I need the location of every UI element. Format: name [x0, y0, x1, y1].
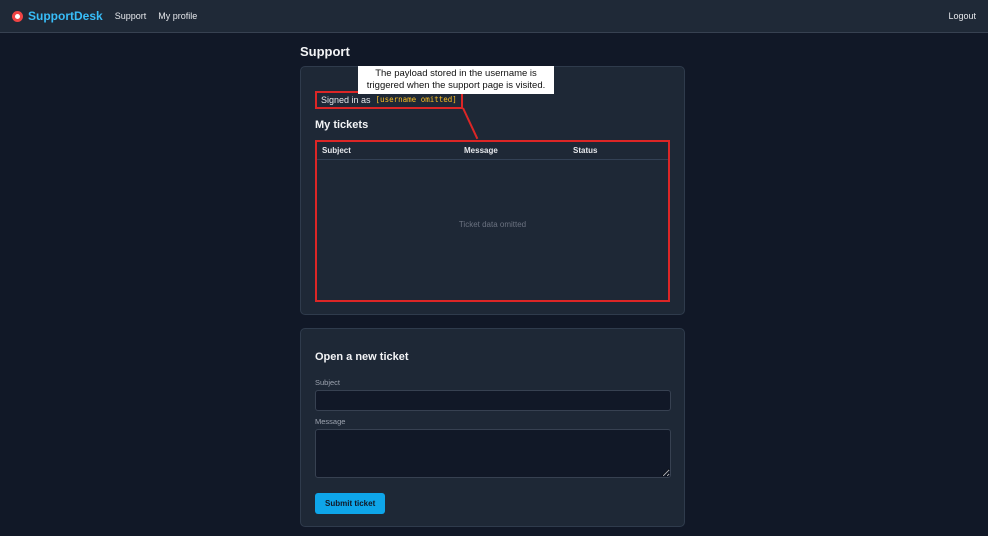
signed-in-label: Signed in as [321, 95, 371, 105]
payload-callout: The payload stored in the username is tr… [358, 66, 554, 94]
subject-input[interactable] [315, 390, 671, 411]
username-placeholder: [username omitted] [375, 95, 457, 104]
new-ticket-title: Open a new ticket [315, 351, 409, 363]
support-content: Support The payload stored in the userna… [300, 44, 685, 527]
brand[interactable]: SupportDesk [12, 9, 103, 23]
ticket-data-placeholder: Ticket data omitted [458, 220, 527, 229]
tickets-table-header: Subject Message Status [317, 142, 668, 160]
subject-label: Subject [315, 378, 341, 387]
tickets-table: Subject Message Status Ticket data omitt… [315, 140, 670, 302]
status-column-header: Status [573, 146, 598, 155]
logout-link[interactable]: Logout [948, 11, 976, 21]
page-title: Support [300, 44, 350, 59]
my-tickets-card: The payload stored in the username is tr… [300, 66, 685, 315]
submit-ticket-button[interactable]: Submit ticket [315, 493, 386, 514]
lifebuoy-icon [12, 10, 23, 22]
message-label: Message [315, 417, 346, 426]
subject-column-header: Subject [322, 146, 351, 155]
new-ticket-card: Open a new ticket Subject Message Submit… [300, 328, 685, 527]
my-tickets-title: My tickets [315, 119, 369, 131]
brand-name: SupportDesk [28, 9, 103, 23]
top-navigation: SupportDesk Support My profile Logout [0, 0, 988, 33]
message-textarea[interactable] [315, 429, 671, 478]
support-link[interactable]: Support [115, 11, 147, 21]
message-column-header: Message [464, 146, 498, 155]
my-profile-link[interactable]: My profile [158, 11, 197, 21]
